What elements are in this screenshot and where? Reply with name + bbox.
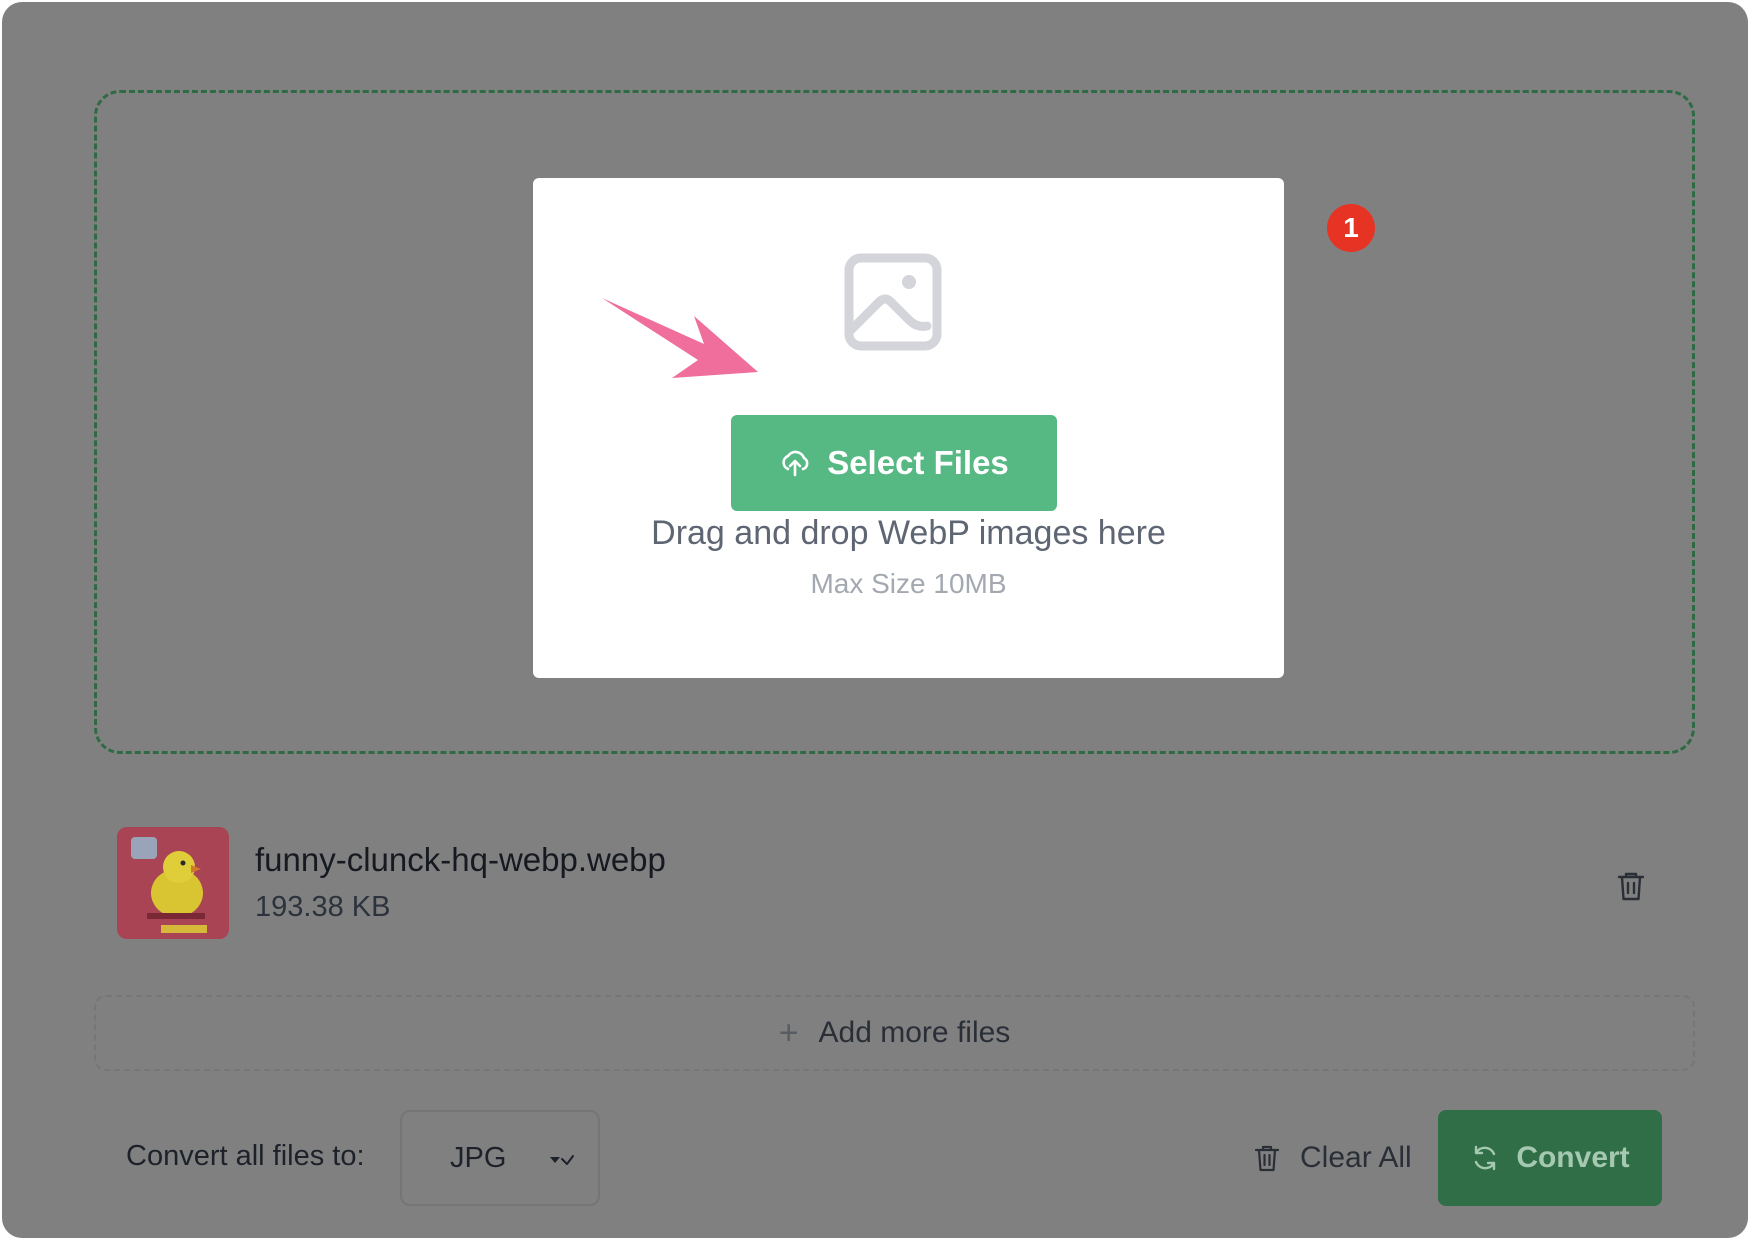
- annotation-arrow: [602, 298, 758, 378]
- select-files-button[interactable]: Select Files: [731, 415, 1057, 511]
- file-row: funny-clunck-hq-webp.webp 193.38 KB: [117, 827, 1657, 939]
- image-icon: [843, 252, 943, 352]
- file-size: 193.38 KB: [255, 891, 391, 923]
- delete-file-button[interactable]: [1614, 869, 1648, 903]
- app-window: Select Files Drag and drop WebP images h…: [2, 2, 1748, 1238]
- upload-card: Select Files Drag and drop WebP images h…: [533, 178, 1284, 678]
- select-files-label: Select Files: [827, 444, 1009, 481]
- step-badge: 1: [1327, 204, 1375, 252]
- format-value: JPG: [450, 1141, 507, 1174]
- chevron-down-icon: [548, 1148, 576, 1170]
- convert-button[interactable]: Convert: [1438, 1110, 1662, 1206]
- convert-label: Convert: [1516, 1141, 1630, 1174]
- clear-all-button[interactable]: Clear All: [1252, 1122, 1412, 1194]
- clear-all-label: Clear All: [1300, 1141, 1412, 1174]
- drop-instructions: Drag and drop WebP images here: [651, 514, 1166, 552]
- cloud-upload-icon: [779, 447, 811, 479]
- trash-icon: [1252, 1143, 1282, 1173]
- file-name: funny-clunck-hq-webp.webp: [255, 841, 666, 878]
- chick-thumbnail: [117, 827, 229, 939]
- trash-icon: [1614, 872, 1648, 906]
- convert-format-label: Convert all files to:: [126, 1140, 365, 1172]
- add-more-label: Add more files: [818, 1016, 1011, 1049]
- format-select[interactable]: JPG: [400, 1110, 600, 1206]
- plus-icon: +: [778, 1014, 799, 1052]
- max-size-text: Max Size 10MB: [810, 568, 1007, 599]
- refresh-icon: [1470, 1143, 1500, 1173]
- add-more-files-button[interactable]: + Add more files: [94, 995, 1695, 1071]
